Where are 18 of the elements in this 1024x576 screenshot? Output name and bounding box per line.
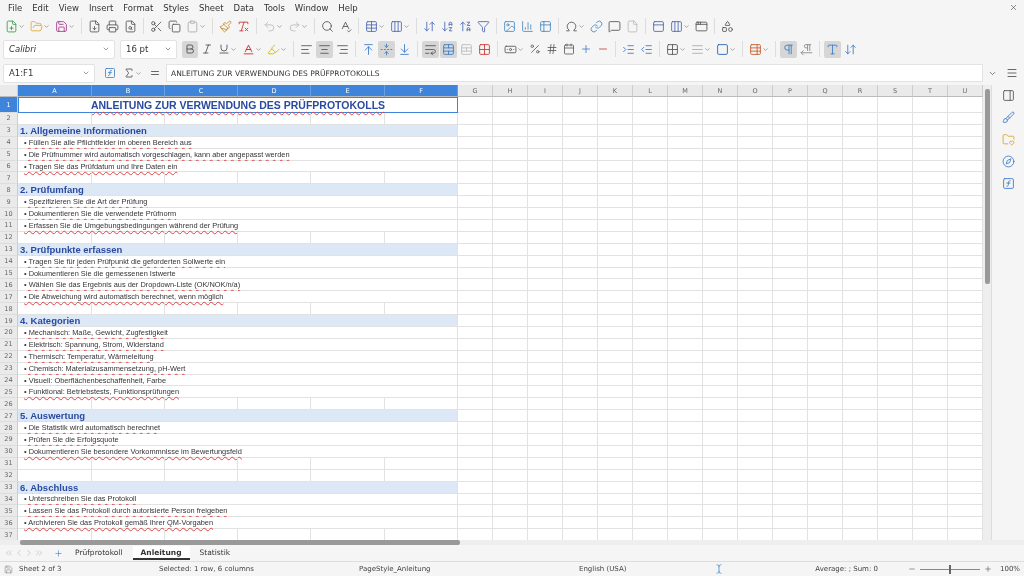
menu-item[interactable]: Data [228, 2, 259, 13]
menu-item[interactable]: Help [333, 2, 363, 13]
menu-item[interactable]: Sheet [194, 2, 229, 13]
menu-item[interactable]: Insert [83, 2, 119, 13]
menu-item[interactable]: Styles [158, 2, 194, 13]
font-name-field[interactable]: Calibri [3, 39, 115, 59]
menu-item[interactable]: Format [118, 2, 159, 13]
name-box[interactable]: A1:F1 [3, 63, 95, 83]
heading-cell: 5. Auswertung [18, 410, 458, 423]
title-cell: ANLEITUNG ZUR VERWENDUNG DES PRÜFPROTOKOLLS [18, 97, 458, 113]
menu-item[interactable]: File [3, 2, 28, 13]
font-size-field[interactable]: 16 pt [120, 39, 177, 59]
menu-item[interactable]: Edit [27, 2, 54, 13]
menu-item[interactable]: Window [289, 2, 334, 13]
menu-item[interactable]: Tools [258, 2, 290, 13]
heading-cell: 4. Kategorien [18, 315, 458, 328]
heading-cell: 2. Prüfumfang [18, 184, 458, 197]
menu-item[interactable]: View [53, 2, 84, 13]
